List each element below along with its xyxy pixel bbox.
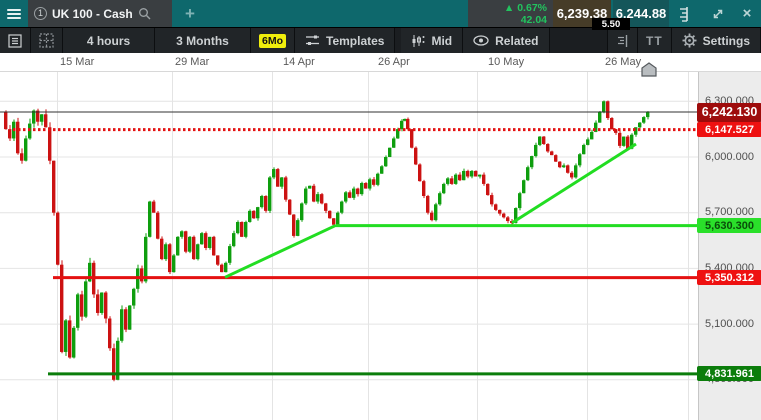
up-arrow-icon: ▲ (503, 1, 515, 14)
change-points: 42.04 (520, 13, 547, 26)
grid-layout-icon (39, 33, 54, 48)
layout-button[interactable] (31, 28, 63, 53)
sliders-icon (306, 35, 319, 45)
chart-toolbar: 4 hours 3 Months 6Mo Templates Mid Relat… (0, 27, 761, 53)
eye-icon (473, 35, 489, 46)
expand-icon (713, 9, 723, 18)
text-tool-icon: TT (645, 33, 663, 48)
chart-area[interactable]: 15 Mar 29 Mar 14 Apr 26 Apr 10 May 26 May 6,3… (0, 53, 761, 420)
annotation-marker-icon[interactable] (641, 62, 657, 77)
range-badge[interactable]: 6Mo (251, 28, 295, 53)
price-tick-label: 6,000.000 (705, 150, 754, 163)
trading-chart-window: 1 UK 100 - Cash + ▲ 0.67% 42.04 6,239.38… (0, 0, 761, 420)
trendline-2[interactable] (511, 142, 637, 225)
current-price-badge: 6,242.130 (697, 102, 761, 122)
ladder-icon (680, 6, 688, 22)
close-icon: × (742, 5, 752, 22)
hamburger-menu-icon (7, 7, 21, 21)
spread-badge: 5.50 (592, 18, 630, 30)
price-change-block: ▲ 0.67% 42.04 (468, 0, 553, 27)
date-label: 14 Apr (283, 56, 315, 68)
page-icon (617, 34, 628, 47)
candlestick-icon (412, 34, 425, 47)
date-label: 26 May (605, 56, 642, 68)
hamburger-menu-button[interactable] (0, 0, 28, 27)
interval-selector[interactable]: 4 hours (63, 28, 155, 53)
instrument-number-badge: 1 (34, 7, 47, 20)
candlestick-plot[interactable] (0, 72, 698, 420)
price-tick-label: 5,100.000 (705, 317, 754, 330)
date-label: 15 Mar (60, 56, 95, 68)
date-label: 10 May (488, 56, 525, 68)
date-label: 29 Mar (175, 56, 210, 68)
order-panel-button[interactable] (606, 28, 638, 53)
close-chart-button[interactable]: × (734, 0, 760, 27)
text-tool-button[interactable]: TT (637, 28, 672, 53)
expand-button[interactable] (704, 0, 732, 27)
add-tab-button[interactable]: + (172, 0, 208, 27)
templates-button[interactable]: Templates (295, 28, 396, 53)
related-button[interactable]: Related (463, 28, 550, 53)
journal-icon (8, 33, 22, 48)
search-icon[interactable] (138, 7, 151, 20)
toolbar-spacer (549, 28, 607, 53)
change-percent: ▲ 0.67% (503, 1, 547, 14)
gear-icon (682, 33, 697, 48)
price-tick-label: 5,700.000 (705, 206, 754, 219)
instrument-tab[interactable]: 1 UK 100 - Cash (28, 0, 172, 27)
major-support-badge: 5,350.312 (697, 270, 761, 286)
top-bar: 1 UK 100 - Cash + ▲ 0.67% 42.04 6,239.38… (0, 0, 761, 30)
date-label: 26 Apr (378, 56, 410, 68)
mid-support-badge: 5,630.300 (697, 218, 761, 234)
range-selector[interactable]: 3 Months (155, 28, 251, 53)
resistance-badge: 6,147.527 (697, 122, 761, 138)
ladder-button[interactable] (672, 0, 696, 27)
low-support-badge: 4,831.961 (697, 366, 761, 382)
add-tab-icon: + (185, 3, 195, 23)
price-type-selector[interactable]: Mid (401, 28, 464, 53)
settings-button[interactable]: Settings (671, 28, 761, 53)
instrument-name: UK 100 - Cash (52, 6, 133, 21)
price-axis[interactable]: 6,300.000 6,000.000 5,700.000 5,400.000 5,10… (697, 72, 761, 420)
journal-button[interactable] (0, 28, 31, 53)
